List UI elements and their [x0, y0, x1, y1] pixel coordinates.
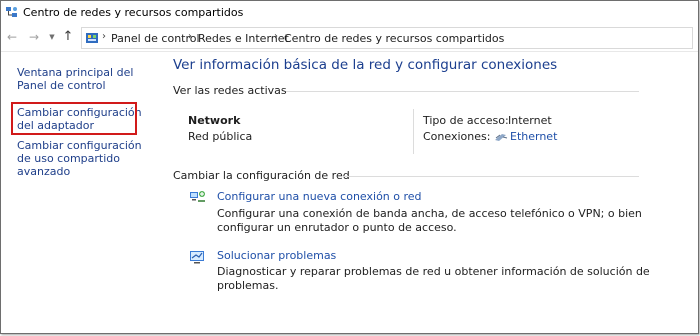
control-panel-icon	[86, 33, 98, 43]
recent-locations-chevron-icon[interactable]: ▼	[45, 30, 59, 44]
setup-new-connection-description: Configurar una conexión de banda ancha, …	[217, 207, 642, 234]
troubleshoot-problems-link[interactable]: Solucionar problemas	[217, 249, 336, 262]
title-bar: Centro de redes y recursos compartidos	[1, 1, 698, 25]
left-nav-pane: Ventana principal del Panel de control C…	[1, 52, 161, 333]
setup-new-connection-link[interactable]: Configurar una nueva conexión o red	[217, 190, 422, 203]
breadcrumb-panel-de-control[interactable]: Panel de control	[111, 32, 200, 45]
sidebar-item-control-panel-home[interactable]: Ventana principal del Panel de control	[17, 66, 157, 92]
troubleshoot-icon	[190, 251, 204, 264]
breadcrumb-centro-de-redes[interactable]: Centro de redes y recursos compartidos	[284, 32, 504, 45]
crumb-separator-icon: ›	[188, 31, 192, 42]
ethernet-connection-link[interactable]: Ethernet	[510, 130, 557, 143]
connections-label: Conexiones:	[423, 130, 491, 143]
page-title: Ver información básica de la red y confi…	[173, 57, 558, 73]
network-center-icon	[6, 7, 17, 17]
window: Centro de redes y recursos compartidos ←…	[0, 0, 699, 334]
change-network-settings-heading: Cambiar la configuración de red	[173, 169, 350, 182]
vertical-divider	[413, 109, 414, 154]
up-arrow-icon[interactable]: ↑	[61, 30, 75, 44]
address-box[interactable]: › Panel de control › Redes e Internet › …	[81, 27, 693, 49]
network-name: Network	[188, 114, 241, 127]
new-connection-icon	[190, 191, 205, 202]
highlight-box	[11, 102, 137, 135]
access-type-value: Internet	[508, 114, 552, 127]
sidebar-item-advanced-sharing-settings[interactable]: Cambiar configuración de uso compartido …	[17, 139, 157, 178]
window-title: Centro de redes y recursos compartidos	[23, 6, 244, 19]
address-bar: ← → ▼ ↑ › Panel de control › Redes e Int…	[1, 25, 698, 51]
main-content: Ver información básica de la red y confi…	[161, 52, 698, 333]
access-type-label: Tipo de acceso:	[423, 114, 509, 127]
crumb-separator-icon: ›	[102, 31, 106, 42]
ethernet-icon	[495, 134, 508, 141]
crumb-separator-icon: ›	[274, 31, 278, 42]
troubleshoot-problems-description: Diagnosticar y reparar problemas de red …	[217, 265, 650, 292]
back-arrow-icon[interactable]: ←	[5, 30, 19, 44]
section-divider	[286, 91, 639, 92]
forward-arrow-icon[interactable]: →	[27, 30, 41, 44]
active-networks-heading: Ver las redes activas	[173, 84, 287, 97]
section-divider	[343, 176, 639, 177]
network-profile[interactable]: Red pública	[188, 130, 252, 143]
